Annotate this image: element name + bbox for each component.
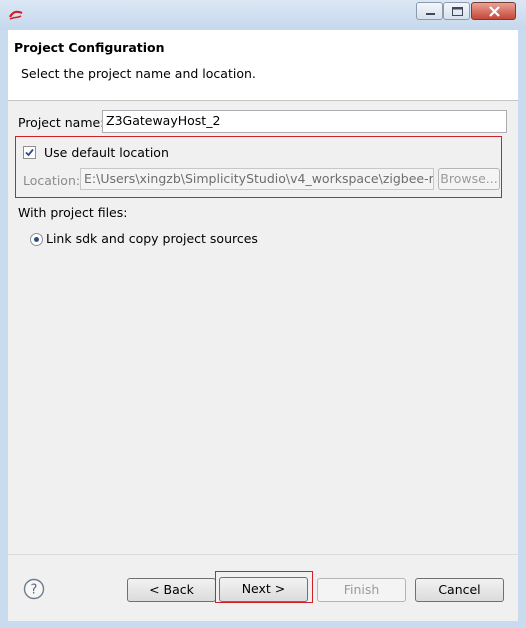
dialog-window: Project Configuration Select the project… <box>0 0 526 628</box>
wizard-body: Project name: Z3GatewayHost_2 Use defaul… <box>8 101 518 554</box>
link-sdk-label[interactable]: Link sdk and copy project sources <box>46 231 258 246</box>
use-default-location-label[interactable]: Use default location <box>44 145 169 160</box>
dialog-client: Project Configuration Select the project… <box>8 30 518 621</box>
cancel-button[interactable]: Cancel <box>415 578 504 602</box>
page-description: Select the project name and location. <box>21 66 256 81</box>
back-button[interactable]: < Back <box>127 578 216 602</box>
minimize-icon <box>426 13 435 15</box>
maximize-icon <box>452 7 463 16</box>
checkmark-icon <box>25 148 34 157</box>
location-label: Location: <box>23 173 81 188</box>
wizard-footer: ? < Back Next > Finish Cancel <box>8 554 518 621</box>
project-name-input[interactable]: Z3GatewayHost_2 <box>102 110 507 133</box>
radio-selected-dot <box>34 237 39 242</box>
wizard-header: Project Configuration Select the project… <box>8 30 518 101</box>
project-files-label: With project files: <box>18 205 128 220</box>
next-button[interactable]: Next > <box>219 577 308 602</box>
close-button[interactable] <box>471 2 516 20</box>
link-sdk-radio[interactable] <box>30 233 43 246</box>
browse-button[interactable]: Browse... <box>438 168 500 190</box>
page-title: Project Configuration <box>14 40 165 55</box>
app-logo-icon <box>9 10 23 20</box>
use-default-location-checkbox[interactable] <box>23 146 36 159</box>
title-bar[interactable] <box>0 0 526 30</box>
location-input[interactable]: E:\Users\xingzb\SimplicityStudio\v4_work… <box>80 168 434 190</box>
maximize-button[interactable] <box>443 2 470 20</box>
close-icon <box>489 6 500 17</box>
help-icon[interactable]: ? <box>23 578 45 600</box>
finish-button[interactable]: Finish <box>317 578 406 602</box>
svg-text:?: ? <box>31 583 38 598</box>
project-name-label: Project name: <box>18 115 105 130</box>
minimize-button[interactable] <box>416 2 443 20</box>
